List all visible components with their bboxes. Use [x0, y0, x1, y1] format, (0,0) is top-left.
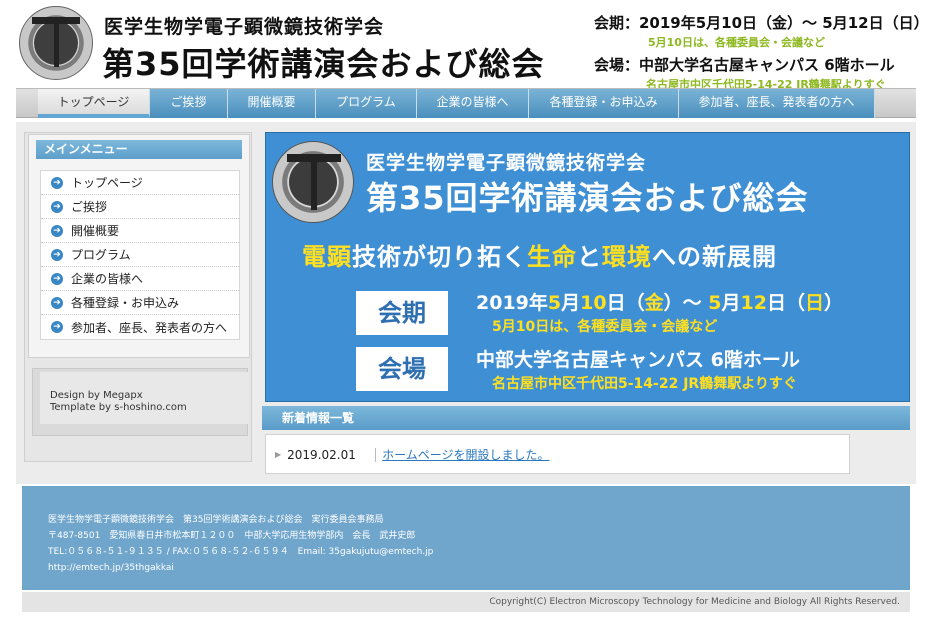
nav-item-companies[interactable]: 企業の皆様へ [417, 89, 529, 118]
menu-item-label: 開催概要 [71, 224, 120, 238]
bullet-icon: ▶ [275, 450, 282, 459]
banner-date-note: 5月10日は、各種委員会・会議など [492, 319, 718, 335]
global-nav: トップページ ご挨拶 開催概要 プログラム 企業の皆様へ 各種登録・お申込み 参… [38, 89, 875, 119]
credit-text: Design by Megapx Template by s-hoshino.c… [40, 372, 248, 424]
menu-item-participants[interactable]: ➔ 参加者、座長、発表者の方へ [41, 315, 239, 339]
news-divider [375, 447, 377, 462]
arrow-right-icon: ➔ [51, 224, 63, 237]
menu-item-label: 参加者、座長、発表者の方へ [71, 320, 228, 335]
banner-venue-note: 名古屋市中区千代田5-14-22 JR鶴舞駅よりすぐ [492, 376, 797, 392]
credit-template-prefix: Template by [50, 402, 115, 413]
news-heading: 新着情報一覧 [262, 406, 910, 430]
global-nav-bar: トップページ ご挨拶 開催概要 プログラム 企業の皆様へ 各種登録・お申込み 参… [16, 88, 916, 118]
banner-venue: 中部大学名古屋キャンパス 6階ホール [476, 349, 800, 371]
main-menu-heading: メインメニュー [36, 140, 242, 159]
menu-item-label: トップページ [71, 176, 143, 190]
arrow-right-icon: ➔ [51, 321, 63, 333]
nav-item-program[interactable]: プログラム [316, 89, 417, 118]
society-logo [19, 6, 93, 80]
banner-date: 2019年5月10日（金）～ 5月12日（日） [476, 292, 843, 314]
menu-item-registration[interactable]: ➔ 各種登録・お申込み [41, 291, 239, 315]
nav-item-participants[interactable]: 参加者、座長、発表者の方へ [679, 89, 875, 118]
arrow-right-icon: ➔ [51, 200, 63, 213]
news-item: ▶ 2019.02.01 ホームページを開設しました。 [275, 446, 550, 463]
banner-period-label: 会期 [356, 291, 448, 335]
footer-url[interactable]: http://emtech.jp/35thgakkai [48, 560, 433, 576]
menu-item-label: ご挨拶 [71, 200, 108, 214]
arrow-right-icon: ➔ [51, 272, 63, 285]
footer-line-address: 〒487-8501 愛知県春日井市松本町１２００ 中部大学応用生物学部内 会長 … [48, 531, 416, 541]
banner-title: 第35回学術講演会および総会 [366, 179, 809, 217]
header-period: 会期：2019年5月10日（金）～ 5月12日（日） [594, 14, 929, 32]
footer-line-contact: TEL:０５６８-５１-９１３５ / FAX:０５６８-５２-６５９４ Emai… [48, 547, 434, 557]
site-header: 医学生物学電子顕微鏡技術学会 第35回学術講演会および総会 会期：2019年5月… [16, 4, 929, 91]
news-link[interactable]: ホームページを開設しました。 [382, 446, 549, 463]
header-event-info: 会期：2019年5月10日（金）～ 5月12日（日） 5月10日は、各種委員会・… [594, 12, 929, 92]
menu-item-label: 企業の皆様へ [71, 272, 144, 286]
main-menu-list: ➔ トップページ ➔ ご挨拶 ➔ 開催概要 ➔ プログラム ➔ 企業の皆様へ ➔ 各種登録・… [40, 170, 240, 340]
hero-banner: 医学生物学電子顕微鏡技術学会 第35回学術講演会および総会 電顕技術が切り拓く生… [265, 132, 910, 402]
header-conference-title: 第35回学術講演会および総会 [102, 45, 545, 83]
header-period-note: 5月10日は、各種委員会・会議など [648, 36, 825, 49]
footer-contact: 医学生物学電子顕微鏡技術学会 第35回学術講演会および総会 実行委員会事務局 〒… [48, 512, 433, 576]
banner-society-name: 医学生物学電子顕微鏡技術学会 [366, 152, 647, 174]
menu-item-overview[interactable]: ➔ 開催概要 [41, 219, 239, 243]
arrow-right-icon: ➔ [51, 296, 63, 309]
menu-item-companies[interactable]: ➔ 企業の皆様へ [41, 267, 239, 291]
menu-item-program[interactable]: ➔ プログラム [41, 243, 239, 267]
header-society-name: 医学生物学電子顕微鏡技術学会 [104, 16, 385, 38]
banner-venue-label: 会場 [356, 347, 448, 391]
news-date: 2019.02.01 [287, 447, 356, 462]
header-venue: 会場：中部大学名古屋キャンパス 6階ホール [594, 56, 895, 74]
nav-item-greeting[interactable]: ご挨拶 [150, 89, 228, 118]
copyright: Copyright(C) Electron Microscopy Technol… [489, 597, 900, 607]
credit-design-link[interactable]: Megapx [103, 390, 143, 401]
nav-item-top[interactable]: トップページ [38, 89, 150, 118]
arrow-right-icon: ➔ [51, 176, 63, 189]
nav-item-overview[interactable]: 開催概要 [228, 89, 316, 118]
menu-item-label: 各種登録・お申込み [71, 296, 180, 310]
credit-design-prefix: Design by [50, 390, 104, 401]
arrow-right-icon: ➔ [51, 248, 63, 261]
nav-item-registration[interactable]: 各種登録・お申込み [529, 89, 679, 118]
banner-slogan: 電顕技術が切り拓く生命と環境への新展開 [302, 243, 777, 271]
menu-item-top[interactable]: ➔ トップページ [41, 171, 239, 195]
footer-line-org: 医学生物学電子顕微鏡技術学会 第35回学術講演会および総会 実行委員会事務局 [48, 515, 384, 525]
banner-society-logo [272, 141, 354, 223]
credit-template-link[interactable]: s-hoshino.com [114, 402, 186, 413]
menu-item-label: プログラム [71, 248, 131, 262]
menu-item-greeting[interactable]: ➔ ご挨拶 [41, 195, 239, 219]
